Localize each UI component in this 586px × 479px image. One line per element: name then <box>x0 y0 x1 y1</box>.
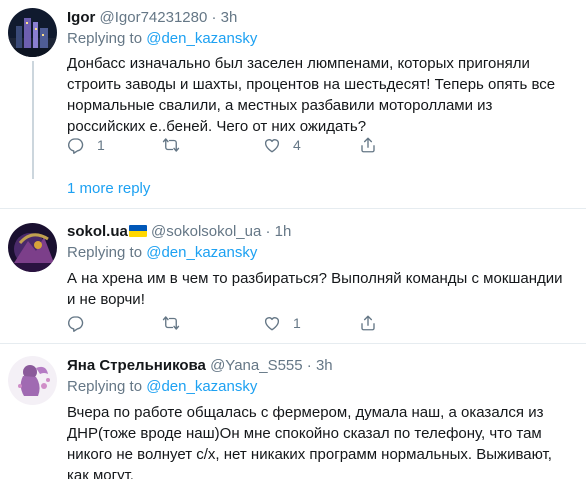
share-button[interactable] <box>359 313 377 333</box>
like-icon <box>264 139 280 153</box>
avatar[interactable] <box>8 8 57 57</box>
like-icon <box>264 317 280 331</box>
replying-to: Replying to @den_kazansky <box>67 378 257 396</box>
separator-dot: · <box>211 9 217 26</box>
reply-button[interactable] <box>67 313 97 333</box>
replying-to: Replying to @den_kazansky <box>67 244 257 262</box>
retweet-icon <box>162 138 180 152</box>
reply-button[interactable]: 1 <box>67 135 105 155</box>
tweet-text-line: ДНР(тоже вроде наш)Он мне спокойно сказа… <box>67 425 542 442</box>
tweet-text-line: российских е..беней. Чего от них ожидать… <box>67 118 367 135</box>
share-button[interactable] <box>359 135 377 155</box>
mention-link[interactable]: @den_kazansky <box>146 244 257 261</box>
tweet-yana[interactable]: Яна Стрельникова @Yana_S555 · 3h Replyin… <box>0 344 586 479</box>
mention-link[interactable]: @den_kazansky <box>146 30 257 47</box>
tweet-text-line: нормальные свалили, а местных разбавили … <box>67 97 493 114</box>
replying-to-label: Replying to <box>67 244 143 261</box>
reply-icon <box>68 316 84 332</box>
timestamp[interactable]: 3h <box>316 357 333 374</box>
separator-dot: · <box>265 223 271 240</box>
tweet-text: А на хрена им в чем то разбираться? Выпо… <box>67 268 582 310</box>
share-icon <box>361 315 375 331</box>
retweet-button[interactable] <box>162 313 192 333</box>
tweet-text-line: строить заводы и шахты, процентов на шес… <box>67 76 556 93</box>
tweet-text-line: А на хрена им в чем то разбираться? Выпо… <box>67 270 563 287</box>
separator-dot: · <box>306 357 312 374</box>
display-name[interactable]: Яна Стрельникова <box>67 357 206 374</box>
like-button[interactable]: 1 <box>263 313 301 333</box>
tweet-sokol[interactable]: sokol.ua @sokolsokol_ua · 1h Replying to… <box>0 209 586 343</box>
avatar[interactable] <box>8 223 57 272</box>
user-handle[interactable]: @sokolsokol_ua <box>151 223 261 240</box>
avatar-image <box>8 8 57 57</box>
thread-line <box>32 61 34 179</box>
mention-link[interactable]: @den_kazansky <box>146 378 257 395</box>
replying-to-label: Replying to <box>67 378 143 395</box>
timestamp[interactable]: 3h <box>221 9 238 26</box>
tweet-text-line: Донбасс изначально был заселен люмпенами… <box>67 55 530 72</box>
user-handle[interactable]: @Yana_S555 <box>210 357 303 374</box>
retweet-button[interactable] <box>162 135 192 155</box>
avatar-image <box>8 223 57 272</box>
tweet-text-line: как могут. <box>67 467 134 479</box>
display-name[interactable]: sokol.ua <box>67 223 128 240</box>
tweet-igor[interactable]: Igor @Igor74231280 · 3h Replying to @den… <box>0 0 586 211</box>
replying-to: Replying to @den_kazansky <box>67 30 257 48</box>
reply-count: 1 <box>97 137 105 153</box>
user-handle[interactable]: @Igor74231280 <box>100 9 208 26</box>
ukraine-flag-icon <box>128 225 147 237</box>
tweet-text: Донбасс изначально был заселен люмпенами… <box>67 53 582 137</box>
timestamp[interactable]: 1h <box>275 223 292 240</box>
like-count: 4 <box>293 137 301 153</box>
avatar-image <box>8 356 57 405</box>
share-icon <box>361 137 375 153</box>
reply-icon <box>68 138 84 154</box>
tweet-text: Вчера по работе общалась с фермером, дум… <box>67 402 582 479</box>
show-more-replies-link[interactable]: 1 more reply <box>67 180 150 198</box>
like-count: 1 <box>293 315 301 331</box>
replying-to-label: Replying to <box>67 30 143 47</box>
like-button[interactable]: 4 <box>263 135 301 155</box>
retweet-icon <box>162 316 180 330</box>
avatar[interactable] <box>8 356 57 405</box>
tweet-text-line: Вчера по работе общалась с фермером, дум… <box>67 404 544 421</box>
tweet-text-line: никого не волнует с/х, нет никаких прогр… <box>67 446 552 463</box>
tweet-text-line: и не ворчи! <box>67 291 145 308</box>
display-name[interactable]: Igor <box>67 9 95 26</box>
